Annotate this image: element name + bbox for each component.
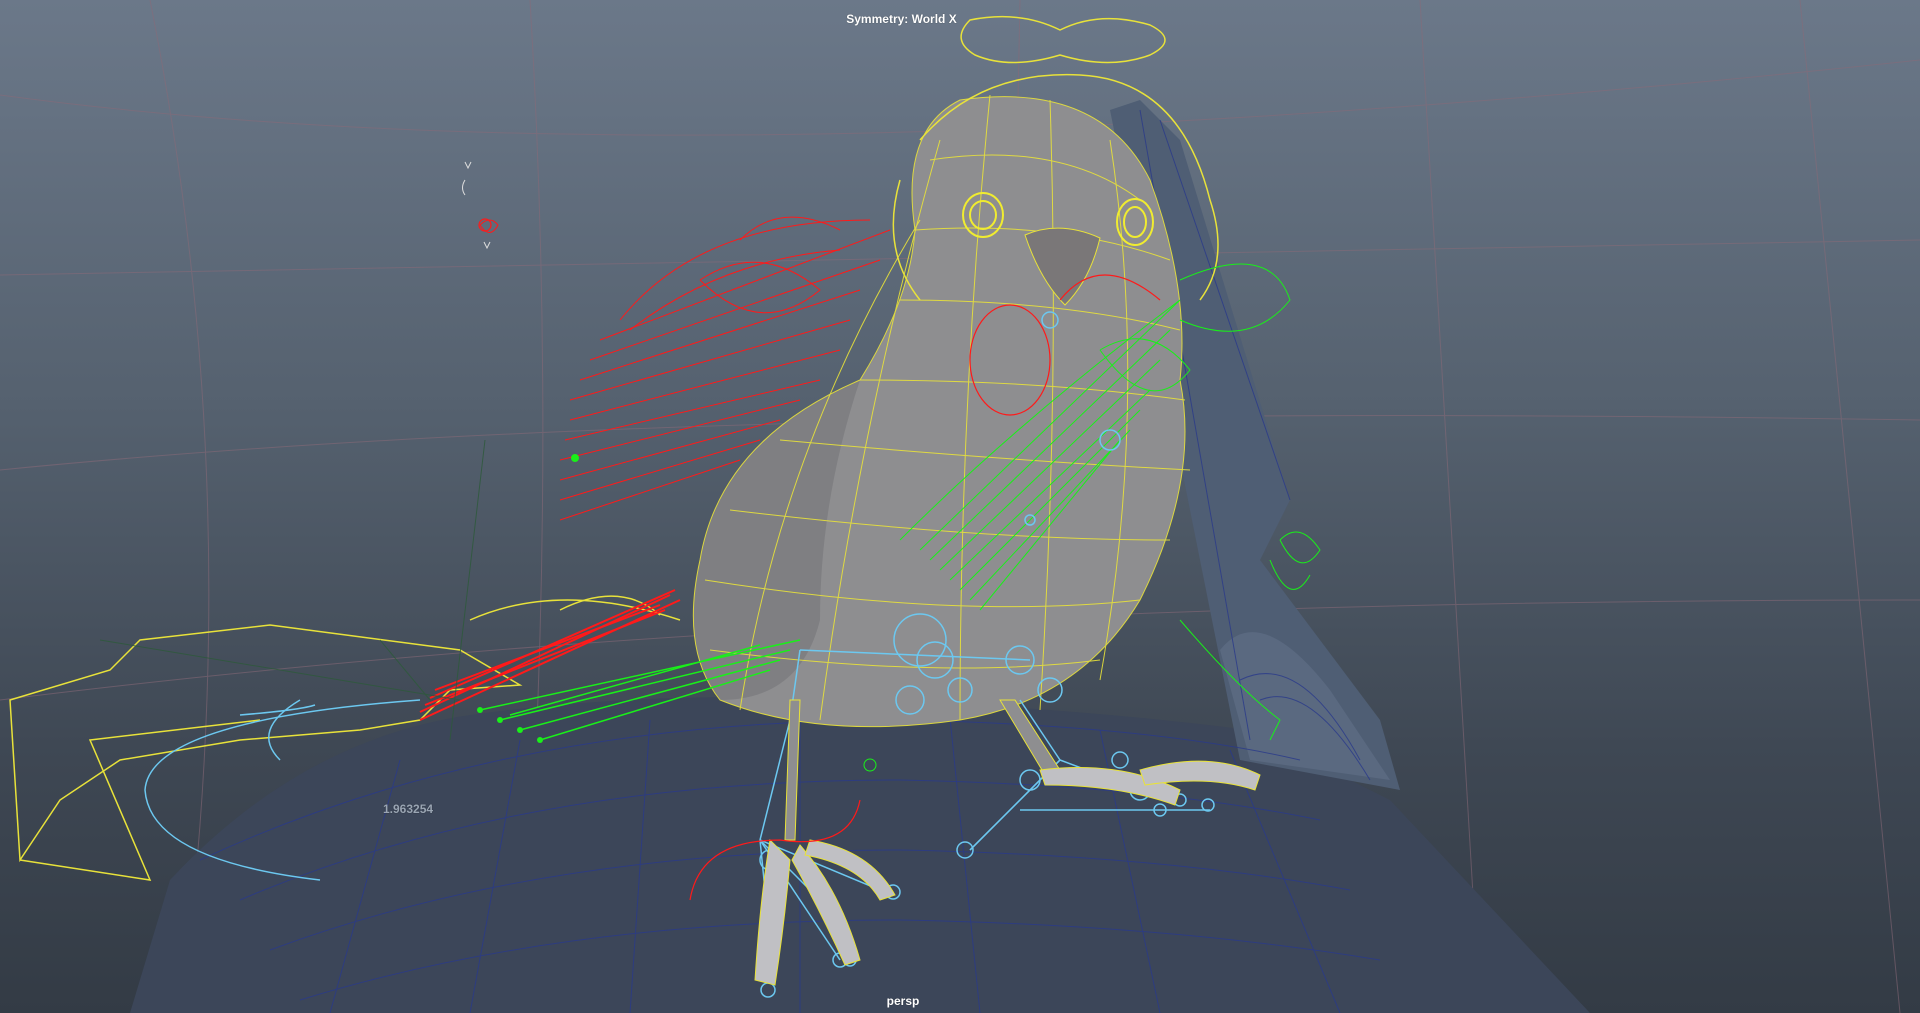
floating-locator-cyan (462, 161, 491, 250)
viewport-scene[interactable] (0, 0, 1920, 1013)
world-axis-lines (99, 439, 486, 741)
distance-measure-value: 1.963254 (383, 802, 434, 816)
symmetry-status-label: Symmetry: World X (846, 12, 957, 26)
camera-name-label: persp (886, 994, 920, 1008)
bird-body-mesh[interactable] (692, 94, 1191, 728)
maya-3d-viewport[interactable]: Symmetry: World X 1.963254 persp (0, 0, 1920, 1013)
